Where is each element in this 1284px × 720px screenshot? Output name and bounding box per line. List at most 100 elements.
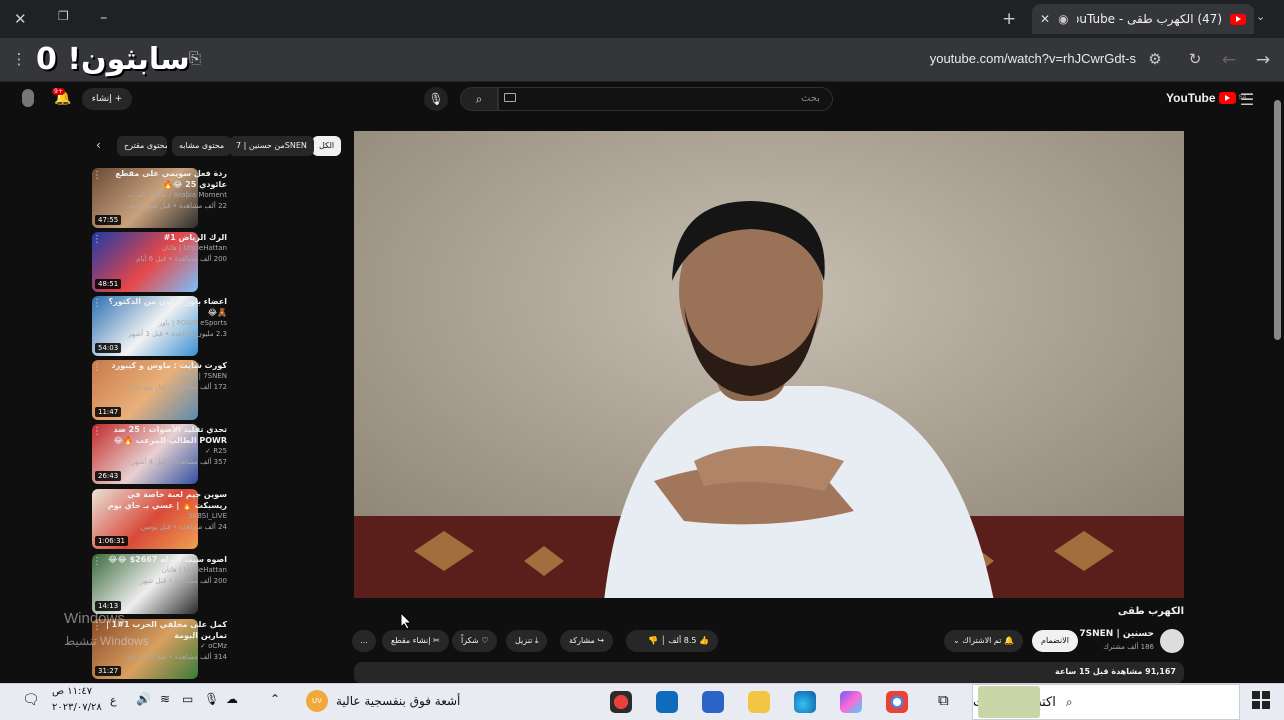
voice-search-button[interactable]: 🎙 [424,87,448,111]
outlook-icon[interactable] [656,691,678,713]
mic-tray-icon[interactable]: 🎙 [204,692,219,706]
site-settings-icon[interactable]: ⚙ [1144,50,1166,68]
list-item[interactable]: 14:13 اصوه سيت اب له 2667$ 😂😂 UncleHattan … [92,554,340,614]
list-item[interactable]: 26:43 تحدي تقليد الأصوات : 25 ضد POWR الط… [92,424,340,484]
list-item[interactable]: 54:03 اعضاء باور يخلون من الدكتور؟ 🧸😂 POWR… [92,296,340,356]
create-button[interactable]: إنشاء + [82,88,132,110]
video-item-title[interactable]: اعضاء باور يخلون من الدكتور؟ 🧸😂 [97,296,228,318]
search-button[interactable]: ⌕ [460,87,498,111]
search-icon: ⌕ [475,92,483,106]
share-icon: ↪ [597,636,605,645]
more-options-icon[interactable]: ⋮ [92,298,102,309]
dislike-icon[interactable]: 👎 [648,636,658,645]
subscribed-button[interactable]: 🔔 تم الاشتراك ⌄ [944,630,1023,652]
search-highlight-image [978,686,1040,718]
tab-audio-icon[interactable]: ◉ [1058,12,1068,26]
clock-time[interactable]: ١١:٤٧ ص [52,686,92,697]
keyboard-icon[interactable] [504,93,516,102]
clip-button[interactable]: ✂ إنشاء مقطع [382,630,449,652]
new-tab-icon[interactable]: + [1002,9,1016,29]
chip-all[interactable]: الكل [312,136,342,156]
video-item-channel[interactable]: POWR eSports | باور [97,318,227,329]
more-options-icon[interactable]: ⋮ [92,362,102,373]
video-item-channel[interactable]: 7SNEN | حسنين [97,371,227,382]
forward-icon[interactable]: ← [1218,50,1240,70]
menu-dots-icon[interactable]: ⋮ [8,50,30,68]
edge-icon[interactable] [794,691,816,713]
notification-center-icon[interactable]: 🗨 [22,692,40,708]
youtube-favicon-icon [1230,13,1246,25]
thanks-button[interactable]: ♡ شكراً [452,630,498,652]
notification-count: 9+ [52,88,65,95]
youtube-logo[interactable]: YouTube SA [1166,91,1249,105]
weather-widget[interactable]: UV أشعة فوق بنفسجية عالية [306,690,460,712]
share-label: مشاركة [569,636,595,645]
tab-close-icon[interactable]: ✕ [1040,12,1050,26]
language-indicator[interactable]: ع [110,694,117,707]
tab-youtube[interactable]: (47) الكهرب طقى - YouTube ◉ ✕ [1032,4,1254,34]
more-options-icon[interactable]: ⋮ [92,170,102,181]
video-item-channel[interactable]: R25 ✓ [97,446,227,457]
more-options-icon[interactable]: ⋮ [92,556,102,567]
copilot-icon[interactable] [840,691,862,713]
bell-sub-icon: 🔔 [1004,636,1014,645]
more-actions-button[interactable]: ... [352,630,376,652]
video-item-title[interactable]: كورت شايت : ماوس و كيبورد [97,360,227,371]
search-input[interactable]: بحث [498,87,833,111]
youtube-logo-text: YouTube [1166,91,1216,105]
list-item[interactable]: 48:51 الرك الرياض 1# UncleHattan | هاتان 20… [92,232,340,292]
chevron-down-icon: ⌄ [953,636,960,645]
onedrive-icon[interactable]: ☁ [226,692,238,706]
back-icon[interactable]: → [1252,50,1274,70]
more-options-icon[interactable]: ⋮ [92,234,102,245]
clock-date[interactable]: ٢٠٢٣/٠٧/٢٨ [52,702,102,713]
more-options-icon[interactable]: ⋮ [92,426,102,437]
channel-avatar[interactable] [1160,629,1184,653]
list-item[interactable]: 11:47 كورت شايت : ماوس و كيبورد 7SNEN | حس… [92,360,340,420]
video-item-meta: 24 ألف مشاهدة • قبل يومين [140,523,227,531]
list-item[interactable]: 31:27 كمل على مخلفي الحرب 1#1 | تمارين ال… [92,619,340,679]
speaker-icon[interactable]: 🔊 [136,692,151,706]
chevron-left-icon[interactable]: ‹ [96,138,101,152]
recorder-icon[interactable] [610,691,632,713]
windows-start-icon[interactable] [1252,691,1270,709]
video-item-title[interactable]: سوين جيم لعبة خاصة في ريسبكت 🔥 | عسي بـ … [97,489,227,511]
scrollbar-thumb[interactable] [1274,100,1281,340]
channel-name[interactable]: حسنين | 7SNEN [1079,629,1154,639]
video-item-channel[interactable]: UncleHattan | هاتان [97,243,227,254]
battery-icon[interactable]: ▭ [182,692,193,706]
join-button[interactable]: الانضمام [1032,630,1078,652]
video-item-title[interactable]: ردة فعل سويمي على مقطع عائودي 25 😂🔥 [97,168,227,190]
url-text[interactable]: youtube.com/watch?v=rhJCwrGdt-s [930,51,1136,66]
tab-search-icon[interactable]: ⌄ [1256,10,1265,23]
video-item-channel[interactable]: Arabia Moment / شكات العرب [97,190,227,201]
store-icon[interactable] [702,691,724,713]
video-item-title[interactable]: الرك الرياض 1# [97,232,227,243]
avatar[interactable] [22,89,34,107]
video-item-channel[interactable]: UncleHattan | هاتان [97,565,227,576]
video-item-channel[interactable]: 3ABSI_LIVE [97,511,227,522]
restore-window-icon[interactable]: ❐ [58,9,69,23]
reload-icon[interactable]: ↻ [1184,50,1206,68]
share-button[interactable]: ↪ مشاركة [560,630,614,652]
wifi-icon[interactable]: ≋ [160,692,170,706]
video-duration: 47:55 [95,215,122,225]
video-player[interactable] [354,131,1184,598]
task-view-icon[interactable]: ⧉ [938,691,949,709]
more-options-icon[interactable]: ⋮ [92,491,102,502]
video-item-title[interactable]: اصوه سيت اب له 2667$ 😂😂 [97,554,227,565]
tray-chevron-up-icon[interactable]: ⌃ [270,692,280,706]
chrome-icon[interactable] [886,691,908,713]
video-item-title[interactable]: تحدي تقليد الأصوات : 25 ضد POWR الطالب ا… [97,424,227,446]
chip-related[interactable]: محتوى مشابه [172,136,232,156]
download-button[interactable]: ⤓ تنزيل [506,630,548,652]
description-box[interactable]: 91,167 مشاهدة قبل 15 ساعة [354,662,1184,684]
file-explorer-icon[interactable] [748,691,770,713]
close-window-icon[interactable]: ✕ [14,10,27,28]
list-item[interactable]: 47:55 ردة فعل سويمي على مقطع عائودي 25 😂🔥… [92,168,340,228]
chip-from-channel[interactable]: من حسنين | 7SNEN [229,136,314,156]
chip-recommended[interactable]: محتوى مقترح [117,136,167,156]
like-icon[interactable]: 👍 [699,636,709,645]
list-item[interactable]: 1:06:31 سوين جيم لعبة خاصة في ريسبكت 🔥 | … [92,489,340,549]
minimize-window-icon[interactable]: – [100,8,108,26]
